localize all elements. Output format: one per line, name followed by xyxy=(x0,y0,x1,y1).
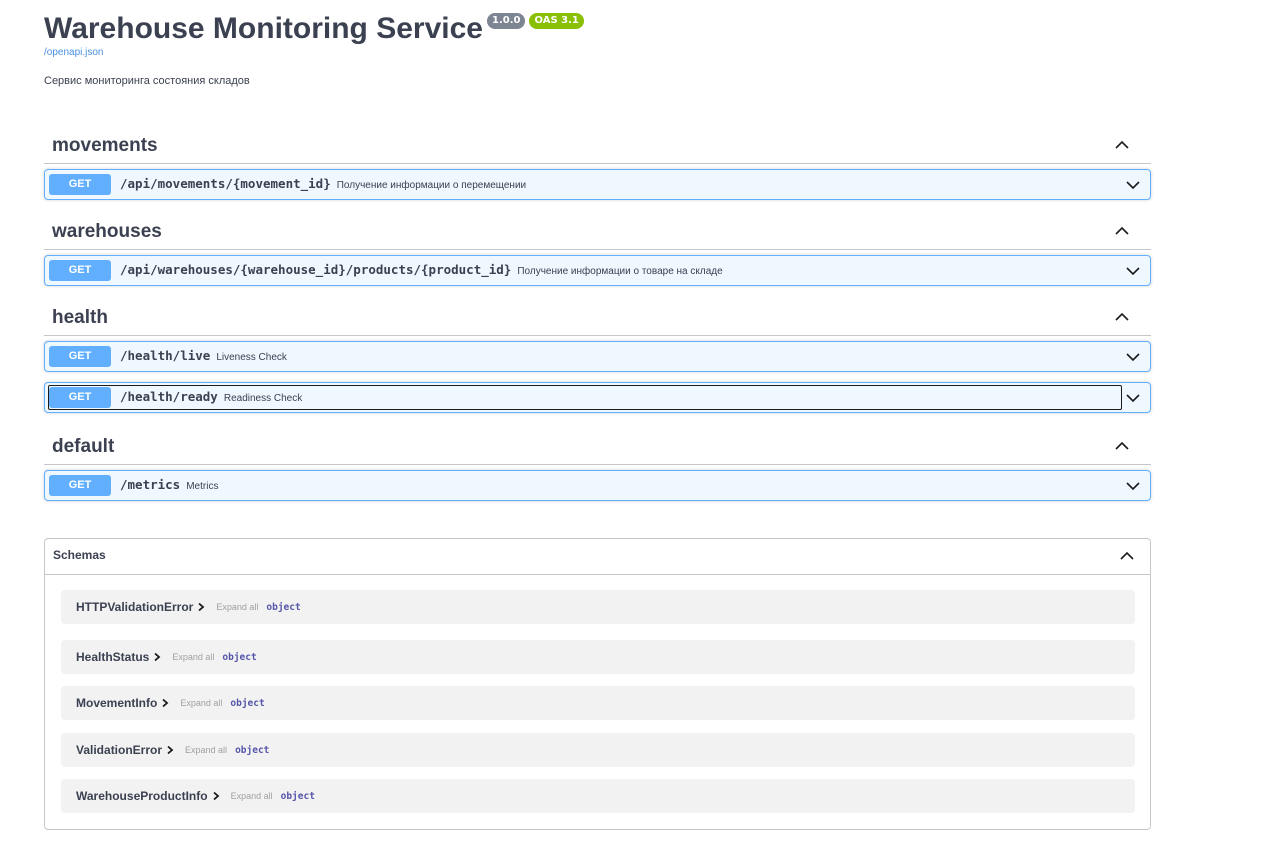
chevron-down-icon[interactable] xyxy=(1126,479,1140,493)
path-text: /api/warehouses/{warehouse_id}/products/… xyxy=(120,262,512,277)
schemas-section: Schemas HTTPValidationError Expand all o… xyxy=(44,538,1151,830)
model-name: MovementInfo xyxy=(76,696,158,710)
model-container[interactable]: ValidationError Expand all object xyxy=(61,733,1135,767)
model-title[interactable]: MovementInfo Expand all object xyxy=(76,696,265,710)
model-type: object xyxy=(280,790,315,802)
chevron-up-icon[interactable] xyxy=(1115,138,1129,152)
info-header: Warehouse Monitoring Service 1.0.0 OAS 3… xyxy=(44,10,584,48)
operation-summary: Readiness Check xyxy=(223,393,303,404)
operation-get-warehouse-product[interactable]: GET /api/warehouses/{warehouse_id}/produ… xyxy=(44,255,1151,286)
method-badge-get: GET xyxy=(49,346,111,367)
operation-summary: Получение информации о товаре на складе xyxy=(517,266,723,277)
model-type: object xyxy=(266,601,301,613)
operation-summary: Metrics xyxy=(186,481,219,492)
chevron-right-icon[interactable] xyxy=(165,745,175,755)
method-badge-get: GET xyxy=(49,475,111,496)
model-name: HTTPValidationError xyxy=(76,600,194,614)
tag-header-movements[interactable]: movements xyxy=(44,129,1151,164)
tag-header-default[interactable]: default xyxy=(44,430,1151,465)
chevron-right-icon[interactable] xyxy=(160,698,170,708)
model-type: object xyxy=(235,744,270,756)
method-badge-get: GET xyxy=(49,387,111,408)
model-title[interactable]: HealthStatus Expand all object xyxy=(76,650,257,664)
model-container[interactable]: MovementInfo Expand all object xyxy=(61,686,1135,720)
chevron-right-icon[interactable] xyxy=(152,652,162,662)
operation-path: /api/movements/{movement_id} Получение ин… xyxy=(120,176,526,191)
expand-all-link[interactable]: Expand all xyxy=(185,745,227,755)
tag-name: default xyxy=(52,436,115,457)
operation-summary: Liveness Check xyxy=(216,352,287,363)
chevron-down-icon[interactable] xyxy=(1126,391,1140,405)
operation-get-metrics[interactable]: GET /metrics Metrics xyxy=(44,470,1151,501)
model-title[interactable]: HTTPValidationError Expand all object xyxy=(76,600,301,614)
operation-get-health-ready[interactable]: GET /health/ready Readiness Check xyxy=(44,382,1151,413)
tag-section-health: health GET /health/live Liveness Check GE… xyxy=(44,301,1151,423)
model-container[interactable]: HTTPValidationError Expand all object xyxy=(61,590,1135,624)
model-type: object xyxy=(230,697,265,709)
tag-section-movements: movements GET /api/movements/{movement_i… xyxy=(44,129,1151,210)
operation-path: /health/live Liveness Check xyxy=(120,348,287,363)
tag-name: health xyxy=(52,307,108,328)
chevron-down-icon[interactable] xyxy=(1126,350,1140,364)
tag-header-warehouses[interactable]: warehouses xyxy=(44,215,1151,250)
tag-name: warehouses xyxy=(52,221,162,242)
page-title: Warehouse Monitoring Service xyxy=(44,12,483,45)
chevron-up-icon[interactable] xyxy=(1115,224,1129,238)
openapi-json-link[interactable]: /openapi.json xyxy=(44,47,104,58)
schemas-header[interactable]: Schemas xyxy=(45,539,1150,575)
model-container[interactable]: HealthStatus Expand all object xyxy=(61,640,1135,674)
chevron-right-icon[interactable] xyxy=(211,791,221,801)
model-name: WarehouseProductInfo xyxy=(76,789,208,803)
model-name: HealthStatus xyxy=(76,650,150,664)
model-title[interactable]: WarehouseProductInfo Expand all object xyxy=(76,789,315,803)
operation-summary: Получение информации о перемещении xyxy=(336,180,527,191)
expand-all-link[interactable]: Expand all xyxy=(180,698,222,708)
operation-get-movement[interactable]: GET /api/movements/{movement_id} Получени… xyxy=(44,169,1151,200)
tag-section-warehouses: warehouses GET /api/warehouses/{warehous… xyxy=(44,215,1151,296)
service-description: Сервис мониторинга состояния складов xyxy=(44,75,250,87)
model-container[interactable]: WarehouseProductInfo Expand all object xyxy=(61,779,1135,813)
chevron-right-icon[interactable] xyxy=(196,602,206,612)
version-badge: 1.0.0 xyxy=(486,13,526,29)
operation-get-health-live[interactable]: GET /health/live Liveness Check xyxy=(44,341,1151,372)
model-name: ValidationError xyxy=(76,743,163,757)
oas-badge: OAS 3.1 xyxy=(529,13,584,29)
chevron-up-icon[interactable] xyxy=(1120,549,1134,563)
path-text: /health/ready xyxy=(120,389,218,404)
operation-path: /api/warehouses/{warehouse_id}/products/… xyxy=(120,262,723,277)
chevron-down-icon[interactable] xyxy=(1126,264,1140,278)
model-type: object xyxy=(222,651,257,663)
method-badge-get: GET xyxy=(49,174,111,195)
path-text: /health/live xyxy=(120,348,211,363)
operation-path: /health/ready Readiness Check xyxy=(120,389,302,404)
tag-header-health[interactable]: health xyxy=(44,301,1151,336)
chevron-up-icon[interactable] xyxy=(1115,310,1129,324)
operation-path: /metrics Metrics xyxy=(120,477,218,492)
expand-all-link[interactable]: Expand all xyxy=(231,791,273,801)
method-badge-get: GET xyxy=(49,260,111,281)
chevron-up-icon[interactable] xyxy=(1115,439,1129,453)
tag-name: movements xyxy=(52,135,158,156)
path-text: /api/movements/{movement_id} xyxy=(120,176,331,191)
chevron-down-icon[interactable] xyxy=(1126,178,1140,192)
schemas-title: Schemas xyxy=(53,548,106,562)
expand-all-link[interactable]: Expand all xyxy=(172,652,214,662)
model-title[interactable]: ValidationError Expand all object xyxy=(76,743,269,757)
path-text: /metrics xyxy=(120,477,181,492)
expand-all-link[interactable]: Expand all xyxy=(216,602,258,612)
tag-section-default: default GET /metrics Metrics xyxy=(44,430,1151,511)
